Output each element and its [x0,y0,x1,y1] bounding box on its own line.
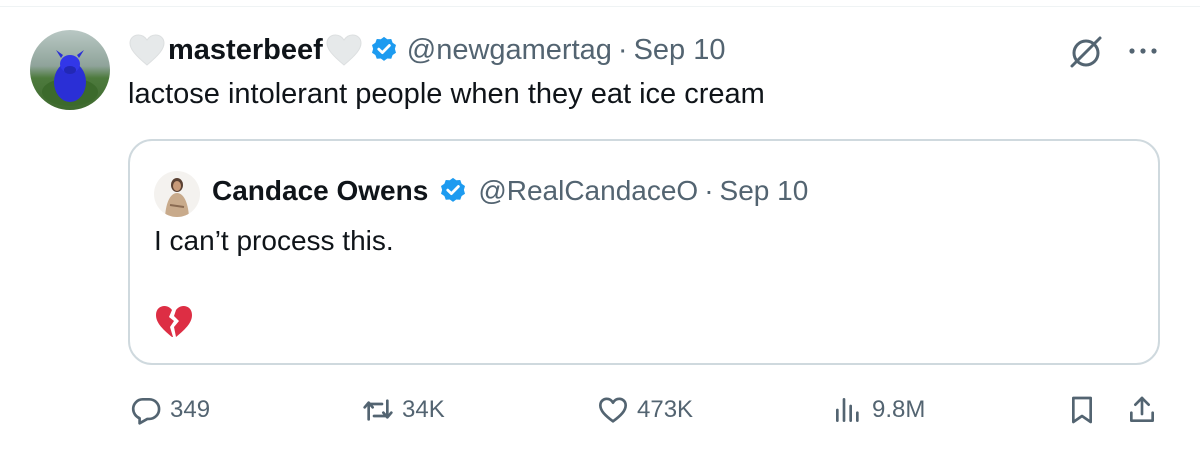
tweet-date[interactable]: Sep 10 [634,34,726,67]
reply-count: 349 [170,396,211,423]
grok-icon[interactable] [1066,32,1106,72]
views-count: 9.8M [872,396,926,423]
author-display-name[interactable]: masterbeef [168,34,323,67]
repost-count: 34K [402,396,445,423]
tweet-text: lactose intolerant people when they eat … [128,78,765,110]
quoted-tweet-text: I can’t process this. [154,225,394,256]
cow-avatar-image [42,50,98,106]
top-divider [0,6,1200,7]
separator-dot: · [617,33,628,66]
more-icon[interactable] [1126,44,1160,58]
tweet-action-bar: 349 34K 473K 9.8M [0,388,1200,432]
tweet-header: masterbeef @newgamertag · Sep 10 [128,30,726,70]
reply-icon [131,398,161,425]
verified-badge-icon[interactable] [438,176,468,206]
quoted-author-avatar[interactable] [154,171,200,217]
quoted-tweet-date[interactable]: Sep 10 [720,175,809,207]
quoted-author-handle[interactable]: @RealCandaceO [478,175,698,207]
quoted-tweet-header: Candace Owens @RealCandaceO · Sep 10 [210,171,808,211]
broken-heart-emoji-icon [156,306,192,337]
views-button[interactable]: 9.8M [832,388,925,432]
reply-button[interactable]: 349 [130,388,210,432]
white-heart-emoji-icon [129,34,165,66]
views-icon [836,398,859,422]
repost-icon [363,399,393,421]
bookmark-icon[interactable] [1066,394,1098,426]
repost-button[interactable]: 34K [362,388,445,432]
like-count: 473K [637,396,694,423]
share-icon[interactable] [1126,394,1158,426]
separator-dot: · [704,175,714,206]
author-avatar[interactable] [30,30,110,110]
white-heart-emoji-icon [326,34,362,66]
person-avatar-image [154,171,200,217]
quoted-tweet-card[interactable]: Candace Owens @RealCandaceO · Sep 10 I c… [128,139,1160,365]
heart-icon [599,397,627,423]
like-button[interactable]: 473K [597,388,693,432]
quoted-author-display-name[interactable]: Candace Owens [212,175,428,207]
author-handle[interactable]: @newgamertag [407,34,612,67]
verified-badge-icon[interactable] [369,35,399,65]
